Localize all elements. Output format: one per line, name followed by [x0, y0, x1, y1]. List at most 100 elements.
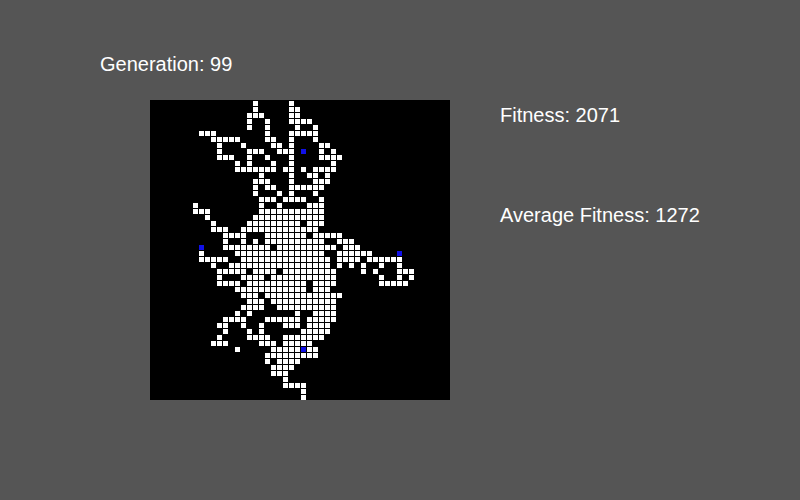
filled-cell [271, 371, 276, 376]
filled-cell [277, 353, 282, 358]
filled-cell [295, 281, 300, 286]
filled-cell [307, 305, 312, 310]
filled-cell [229, 245, 234, 250]
filled-cell [265, 359, 270, 364]
filled-cell [277, 287, 282, 292]
filled-cell [289, 323, 294, 328]
filled-cell [235, 269, 240, 274]
filled-cell [379, 281, 384, 286]
filled-cell [235, 161, 240, 166]
filled-cell [241, 167, 246, 172]
filled-cell [289, 209, 294, 214]
filled-cell [259, 227, 264, 232]
filled-cell [265, 131, 270, 136]
filled-cell [223, 239, 228, 244]
filled-cell [295, 209, 300, 214]
filled-cell [313, 281, 318, 286]
filled-cell [289, 305, 294, 310]
filled-cell [259, 299, 264, 304]
filled-cell [313, 131, 318, 136]
filled-cell [229, 263, 234, 268]
filled-cell [277, 299, 282, 304]
filled-cell [265, 119, 270, 124]
filled-cell [319, 215, 324, 220]
filled-cell [253, 113, 258, 118]
filled-cell [313, 323, 318, 328]
filled-cell [283, 227, 288, 232]
filled-cell [319, 143, 324, 148]
marker-cell [397, 251, 402, 256]
filled-cell [337, 251, 342, 256]
filled-cell [271, 287, 276, 292]
filled-cell [313, 287, 318, 292]
filled-cell [271, 281, 276, 286]
filled-cell [241, 227, 246, 232]
filled-cell [409, 275, 414, 280]
filled-cell [229, 155, 234, 160]
filled-cell [295, 383, 300, 388]
filled-cell [271, 317, 276, 322]
stat-label: Fitness: 2071 [500, 103, 700, 127]
filled-cell [283, 293, 288, 298]
filled-cell [259, 215, 264, 220]
filled-cell [283, 149, 288, 154]
filled-cell [277, 239, 282, 244]
filled-cell [295, 257, 300, 262]
filled-cell [217, 281, 222, 286]
filled-cell [355, 251, 360, 256]
filled-cell [247, 305, 252, 310]
filled-cell [289, 341, 294, 346]
filled-cell [325, 155, 330, 160]
filled-cell [307, 203, 312, 208]
filled-cell [265, 179, 270, 184]
filled-cell [217, 155, 222, 160]
filled-cell [247, 287, 252, 292]
filled-cell [259, 209, 264, 214]
filled-cell [277, 209, 282, 214]
filled-cell [307, 185, 312, 190]
filled-cell [259, 245, 264, 250]
filled-cell [283, 209, 288, 214]
filled-cell [313, 257, 318, 262]
left-column: Generation: 99 [100, 52, 450, 500]
filled-cell [301, 299, 306, 304]
filled-cell [259, 281, 264, 286]
filled-cell [319, 155, 324, 160]
filled-cell [319, 311, 324, 316]
filled-cell [271, 209, 276, 214]
simulation-screen: Generation: 99 Fitness: 2071Average Fitn… [0, 0, 800, 500]
filled-cell [277, 149, 282, 154]
filled-cell [253, 185, 258, 190]
filled-cell [265, 221, 270, 226]
filled-cell [373, 257, 378, 262]
filled-cell [295, 215, 300, 220]
filled-cell [241, 275, 246, 280]
filled-cell [211, 257, 216, 262]
filled-cell [247, 167, 252, 172]
filled-cell [193, 209, 198, 214]
filled-cell [253, 245, 258, 250]
filled-cell [319, 245, 324, 250]
filled-cell [283, 281, 288, 286]
filled-cell [295, 323, 300, 328]
filled-cell [271, 221, 276, 226]
filled-cell [331, 161, 336, 166]
filled-cell [265, 335, 270, 340]
filled-cell [253, 269, 258, 274]
filled-cell [313, 125, 318, 130]
filled-cell [289, 275, 294, 280]
filled-cell [307, 227, 312, 232]
filled-cell [259, 263, 264, 268]
filled-cell [271, 299, 276, 304]
filled-cell [241, 293, 246, 298]
filled-cell [223, 227, 228, 232]
filled-cell [241, 143, 246, 148]
filled-cell [259, 197, 264, 202]
filled-cell [247, 281, 252, 286]
filled-cell [223, 323, 228, 328]
filled-cell [307, 263, 312, 268]
filled-cell [259, 341, 264, 346]
filled-cell [223, 317, 228, 322]
filled-cell [289, 269, 294, 274]
filled-cell [235, 263, 240, 268]
